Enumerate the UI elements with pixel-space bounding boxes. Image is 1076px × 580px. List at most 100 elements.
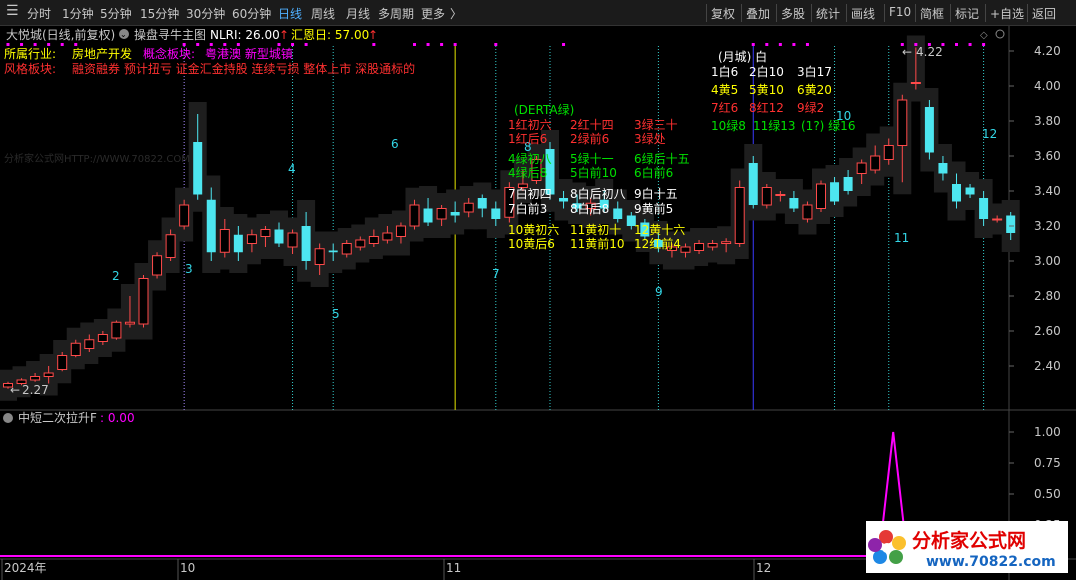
price-tick: 3.40 <box>1034 184 1061 198</box>
sub-panel-title[interactable]: 中短二次拉升F <box>18 410 97 425</box>
signal-dot <box>74 43 78 46</box>
derta-table-cell: 4绿后8 <box>508 165 547 180</box>
derta-table-cell: 7白初四 <box>508 186 552 201</box>
signal-dot <box>453 43 457 46</box>
derta-table-cell: 6绿后十五 <box>634 151 690 166</box>
period-tab-10[interactable]: 更多 <box>421 5 445 22</box>
signal-dot <box>982 43 986 46</box>
style-value: 融资融券 预计扭亏 证金汇金持股 连续亏损 整体上市 深股通标的 <box>72 61 415 76</box>
derta-table-cell: 1红初六 <box>508 117 552 132</box>
signal-dot <box>494 43 498 46</box>
low-price-marker: ← <box>10 383 20 397</box>
month-table-title: (月城) 白 <box>718 49 767 64</box>
period-tab-6[interactable]: 日线 <box>278 5 302 22</box>
diamond-icon[interactable]: ◇ <box>980 30 988 41</box>
toolbar-btn-8[interactable]: +自选 <box>990 5 1024 22</box>
date-tick: 10 <box>180 561 195 575</box>
more-chevron-icon[interactable]: 〉 <box>450 5 462 22</box>
price-tick: 2.60 <box>1034 324 1061 338</box>
industry-value: 房地产开发 <box>72 46 132 61</box>
period-tab-9[interactable]: 多周期 <box>378 5 414 22</box>
sub-axis-tick: 0.50 <box>1034 487 1061 501</box>
toolbar-btn-2[interactable]: 多股 <box>781 5 805 22</box>
date-tick: 2024年 <box>4 561 47 575</box>
low-price-label: 2.27 <box>22 383 49 397</box>
nlri-label: NLRI: 26.00 <box>210 28 280 42</box>
signal-dot <box>236 43 240 46</box>
menu-icon[interactable]: ☰ <box>6 3 19 19</box>
derta-table-cell: 5绿十一 <box>570 151 614 166</box>
derta-table-cell: 3绿处 <box>634 131 666 146</box>
signal-dot <box>33 43 37 46</box>
cycle-label: 6 <box>391 137 399 151</box>
derta-table-cell: 7白前3 <box>508 201 547 216</box>
svg-text:⌄: ⌄ <box>120 30 127 39</box>
price-tick: 2.80 <box>1034 289 1061 303</box>
derta-table-cell: 11黄前10 <box>570 236 625 251</box>
toolbar-btn-9[interactable]: 返回 <box>1032 5 1056 22</box>
derta-table-cell: 1红后6 <box>508 131 547 146</box>
stock-title[interactable]: 大悦城(日线,前复权) <box>6 27 115 42</box>
site-logo: 分析家公式网 www.70822.com <box>866 521 1068 573</box>
price-tick: 4.00 <box>1034 79 1061 93</box>
period-tab-7[interactable]: 周线 <box>311 5 335 22</box>
month-table-cell: 5黄10 <box>749 83 784 97</box>
signal-dot <box>196 43 200 46</box>
period-tab-3[interactable]: 15分钟 <box>140 5 179 22</box>
candle <box>802 201 813 223</box>
high-price-label: 4.22 <box>916 45 943 59</box>
period-tab-5[interactable]: 60分钟 <box>232 5 271 22</box>
candle <box>924 100 934 160</box>
signal-dot <box>6 43 10 46</box>
cycle-label: 11 <box>894 231 909 245</box>
month-table-cell: 7红6 <box>711 100 738 115</box>
candle <box>138 275 149 328</box>
month-table-cell: 8红12 <box>749 100 784 115</box>
toolbar-btn-1[interactable]: 叠加 <box>746 5 770 22</box>
price-tick: 2.40 <box>1034 359 1061 373</box>
candle <box>152 252 163 279</box>
industry-label: 所属行业: <box>4 47 56 61</box>
cycle-label: 12 <box>982 127 997 141</box>
period-tab-4[interactable]: 30分钟 <box>186 5 225 22</box>
month-table-cell: 2白10 <box>749 64 784 79</box>
candle <box>111 320 122 340</box>
month-table-cell: 11绿13 <box>753 118 796 133</box>
derta-table-cell: 10黄后6 <box>508 237 555 251</box>
high-price-marker: ← <box>902 45 912 59</box>
toolbar-btn-6[interactable]: 简框 <box>920 5 944 22</box>
derta-table-title: (DERTA绿) <box>514 102 574 117</box>
derta-table-cell: 5白前10 <box>570 165 617 180</box>
month-table-cell: 9绿2 <box>797 100 824 115</box>
signal-dot <box>426 43 430 46</box>
month-table-cell: 6黄20 <box>797 83 832 97</box>
toolbar-btn-7[interactable]: 标记 <box>955 5 979 22</box>
derta-table-cell: 8白后8 <box>570 201 609 216</box>
date-tick: 12 <box>756 561 771 575</box>
derta-table-cell: 12红前4 <box>634 236 681 251</box>
faint-watermark: 分析家公式网HTTP://WWW.70822.COM <box>4 152 190 165</box>
toolbar-btn-5[interactable]: F10 <box>889 5 911 19</box>
month-table-cell: (1?) 绿16 <box>801 118 855 133</box>
period-tab-1[interactable]: 1分钟 <box>62 5 94 22</box>
period-tab-8[interactable]: 月线 <box>346 5 370 22</box>
toolbar-btn-0[interactable]: 复权 <box>711 5 735 22</box>
signal-dot <box>751 43 755 46</box>
signal-dot <box>182 43 186 46</box>
signal-dot <box>968 43 972 46</box>
cycle-label: 4 <box>288 162 296 176</box>
cycle-label: 9 <box>655 285 663 299</box>
indicator-name[interactable]: 操盘寻牛主图 <box>134 27 206 42</box>
sub-collapse-icon[interactable] <box>3 413 13 423</box>
derta-table-cell: 12黄十六 <box>634 223 685 237</box>
signal-dot <box>805 43 809 46</box>
period-tab-2[interactable]: 5分钟 <box>100 5 132 22</box>
derta-table-cell: 9白十五 <box>634 186 678 201</box>
derta-table-cell: 9黄前5 <box>634 201 673 216</box>
derta-table-cell: 6白前6 <box>634 165 673 180</box>
signal-dot <box>291 43 295 46</box>
period-tab-0[interactable]: 分时 <box>27 5 51 22</box>
toolbar-btn-3[interactable]: 统计 <box>816 5 840 22</box>
logo-url-text: www.70822.com <box>926 554 1056 570</box>
toolbar-btn-4[interactable]: 画线 <box>851 5 875 22</box>
